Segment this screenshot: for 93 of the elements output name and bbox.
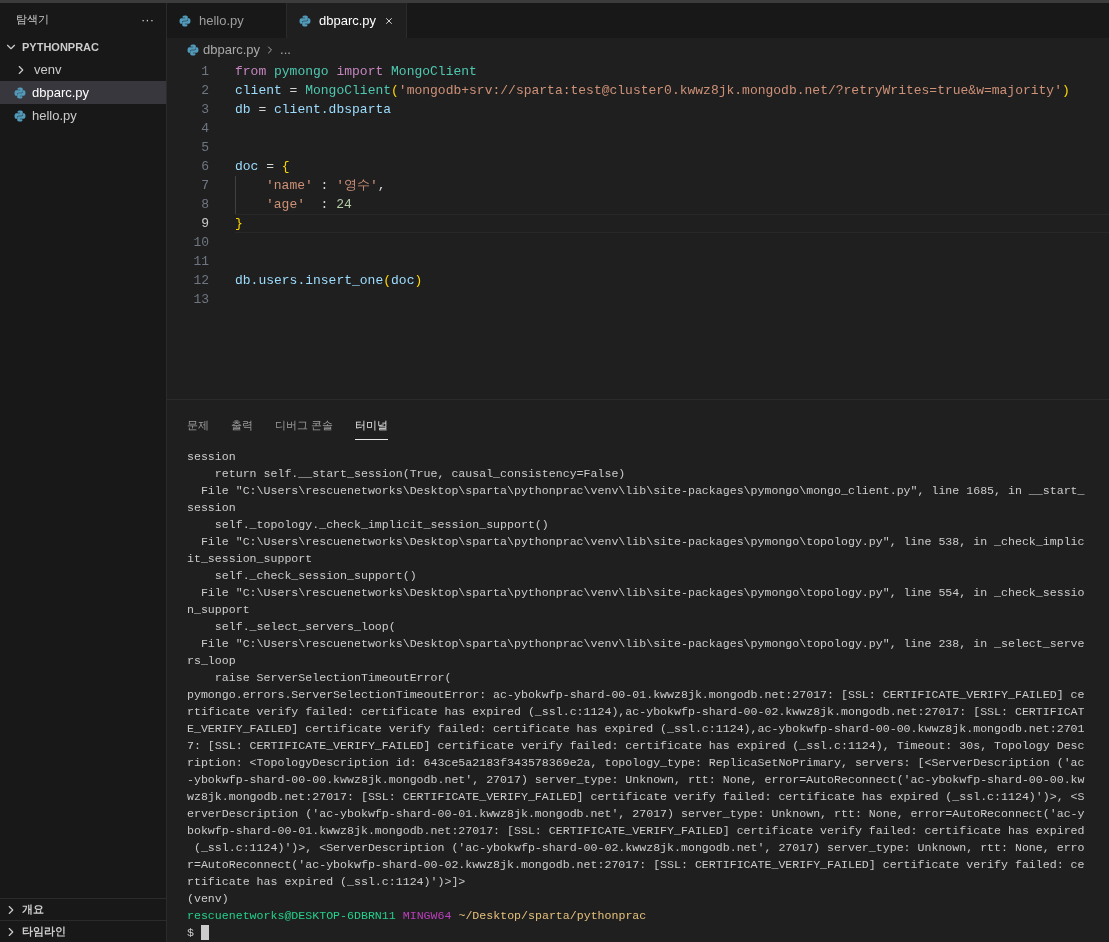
code-token: MongoClient <box>305 81 392 100</box>
code-token: : <box>319 195 330 214</box>
code-token: doc <box>235 157 259 176</box>
line-number: 5 <box>200 138 209 157</box>
terminal-line: r=AutoReconnect('ac-ybokwfp-shard-00-02.kwwz8jk.mongodb.net:27017: [SSL: CERTIFICATE_VERIFY_FAILED] certificate verify failed: ce <box>187 857 1086 873</box>
file-item[interactable]: dbparc.py <box>0 81 166 104</box>
line-number: 11 <box>192 252 209 271</box>
code-token: doc <box>391 271 415 290</box>
terminal-line: erverDescription ('ac-ybokwfp-shard-00-01.kwwz8jk.mongodb.net', 27017) server_type: Unknown, rtt: None, error=AutoReconnect('ac-y <box>187 806 1086 822</box>
python-file-icon <box>14 109 26 122</box>
terminal-line: -ybokwfp-shard-00-00.kwwz8jk.mongodb.net', 27017) server_type: Unknown, rtt: None, error=AutoReconnect('ac-ybokwfp-shard-00-00.kw <box>187 772 1086 788</box>
panel-tab[interactable]: 터미널 <box>355 416 389 440</box>
line-number: 10 <box>192 233 209 252</box>
code-token: = <box>265 157 275 176</box>
terminal-line: session <box>187 500 237 516</box>
prompt-path: ~/Desktop/sparta/pythonprac <box>458 908 647 924</box>
code-token: ) <box>414 271 423 290</box>
line-number: 9 <box>200 214 209 233</box>
python-file-icon <box>187 44 199 56</box>
terminal-line: E_VERIFY_FAILED] certificate verify failed: certificate has expired (_ssl.c:1124),ac-ybokwfp-shard-00-00.kwwz8jk.mongodb.net:2701 <box>187 721 1086 737</box>
code-token: = <box>288 81 299 100</box>
python-file-icon <box>14 86 26 99</box>
terminal-line: self._topology._check_implicit_session_support() <box>213 517 550 533</box>
code-token: } <box>235 214 243 233</box>
code-token: 'mongodb+srv://sparta:test@cluster0.kwwz8jk.mongodb.net/?retryWrites=true&w=majority' <box>398 81 1062 100</box>
code-token: 'name' <box>266 176 313 195</box>
line-number: 6 <box>200 157 209 176</box>
breadcrumb-more[interactable]: ... <box>280 40 291 60</box>
terminal-line: rs_loop <box>187 653 237 669</box>
code-token: db.users.insert_one <box>235 271 384 290</box>
line-number: 3 <box>200 100 209 119</box>
line-number: 4 <box>200 119 209 138</box>
terminal-line: rtificate has expired (_ssl.c:1124)')>]> <box>187 874 467 890</box>
terminal-line: File "C:\Users\rescuenetworks\Desktop\sparta\pythonprac\venv\lib\site-packages\pymongo\topology.py", line 538, in _check_implic <box>199 534 1086 550</box>
terminal-line: 7: [SSL: CERTIFICATE_VERIFY_FAILED] certificate verify failed: certificate has expired (_ssl.c:1124), Timeout: 30s, Topology Desc <box>187 738 1086 754</box>
python-file-icon <box>179 14 191 27</box>
code-token: ( <box>391 81 399 100</box>
terminal-line: File "C:\Users\rescuenetworks\Desktop\sparta\pythonprac\venv\lib\site-packages\pymongo\topology.py", line 238, in _select_serve <box>199 636 1086 652</box>
terminal-line: n_support <box>187 602 251 618</box>
line-number: 8 <box>200 195 209 214</box>
code-token: : <box>319 176 330 195</box>
terminal-line: ription: <TopologyDescription id: 643ce5a2183f343578369e2a, topology_type: ReplicaSetNoPrimary, servers: [<ServerDescription ('ac <box>187 755 1086 771</box>
code-token: from <box>235 62 268 81</box>
explorer-title: 탐색기 <box>16 12 49 28</box>
file-item[interactable]: hello.py <box>0 104 166 127</box>
panel-tab[interactable]: 문제 <box>187 416 209 440</box>
code-token: , <box>377 176 386 195</box>
panel-tab[interactable]: 출력 <box>231 416 253 440</box>
terminal-line: self._check_session_support() <box>213 568 418 584</box>
code-token: import <box>336 62 385 81</box>
terminal-cursor <box>200 925 209 940</box>
code-token: { <box>281 157 290 176</box>
terminal-line: self._select_servers_loop( <box>213 619 397 635</box>
terminal-line: File "C:\Users\rescuenetworks\Desktop\sparta\pythonprac\venv\lib\site-packages\pymongo\mongo_client.py", line 1685, in __start_ <box>199 483 1086 499</box>
line-number: 7 <box>200 176 209 195</box>
prompt-host: MINGW64 <box>402 908 452 924</box>
terminal-line: rtificate verify failed: certificate has expired (_ssl.c:1124),ac-ybokwfp-shard-00-02.kwwz8jk.mongodb.net:27017: [SSL: CERTIFICAT <box>187 704 1086 720</box>
line-number: 1 <box>200 62 209 81</box>
breadcrumb-file[interactable]: dbparc.py <box>203 40 261 60</box>
code-token: client.dbsparta <box>274 100 392 119</box>
section-header[interactable]: 개요 <box>0 898 166 920</box>
code-token: 24 <box>336 195 352 214</box>
terminal-line: raise ServerSelectionTimeoutError( <box>213 670 453 686</box>
terminal-line: session <box>187 449 237 465</box>
more-actions-button[interactable]: ··· <box>141 13 154 26</box>
terminal-line: pymongo.errors.ServerSelectionTimeoutError: ac-ybokwfp-shard-00-01.kwwz8jk.mongodb.net:27017: [SSL: CERTIFICATE_VERIFY_FAILED] ce <box>187 687 1086 703</box>
code-token: client <box>235 81 282 100</box>
code-token: ) <box>1061 81 1070 100</box>
code-token: ( <box>383 271 392 290</box>
terminal-line: (venv) <box>187 891 230 907</box>
editor-tab[interactable]: dbparc.py <box>287 3 407 38</box>
terminal-line: bokwfp-shard-00-01.kwwz8jk.mongodb.net:27017: [SSL: CERTIFICATE_VERIFY_FAILED] certificate verify failed: certificate has expired <box>187 823 1086 839</box>
python-file-icon <box>299 14 311 27</box>
code-token: '영수' <box>336 176 378 195</box>
code-token: db <box>235 100 251 119</box>
line-number: 2 <box>200 81 209 100</box>
code-token: pymongo <box>274 62 330 81</box>
code-token: = <box>257 100 268 119</box>
code-token: MongoClient <box>391 62 477 81</box>
terminal-line: wz8jk.mongodb.net:27017: [SSL: CERTIFICATE_VERIFY_FAILED] certificate verify failed: certificate has expired (_ssl.c:1124)')>, <S <box>187 789 1086 805</box>
section-header[interactable]: 타임라인 <box>0 920 166 942</box>
terminal-line: File "C:\Users\rescuenetworks\Desktop\sparta\pythonprac\venv\lib\site-packages\pymongo\topology.py", line 554, in _check_sessio <box>199 585 1086 601</box>
line-number: 12 <box>192 271 209 290</box>
terminal-line: it_session_support <box>187 551 314 567</box>
line-number: 13 <box>192 290 209 309</box>
prompt-symbol: $ <box>187 925 194 941</box>
panel-tab[interactable]: 디버그 콘솔 <box>275 416 334 440</box>
prompt-user: rescuenetworks@DESKTOP-6DBRN11 <box>187 908 396 924</box>
terminal-line: (_ssl.c:1124)')>, <ServerDescription ('ac-ybokwfp-shard-00-02.kwwz8jk.mongodb.net', 27017) server_type: Unknown, rtt: None, erro <box>192 840 1086 856</box>
folder-header[interactable]: PYTHONPRAC <box>0 36 166 58</box>
code-token: 'age' <box>266 195 305 214</box>
folder-item[interactable]: venv <box>0 58 166 81</box>
terminal-line: return self.__start_session(True, causal_consistency=False) <box>213 466 627 482</box>
